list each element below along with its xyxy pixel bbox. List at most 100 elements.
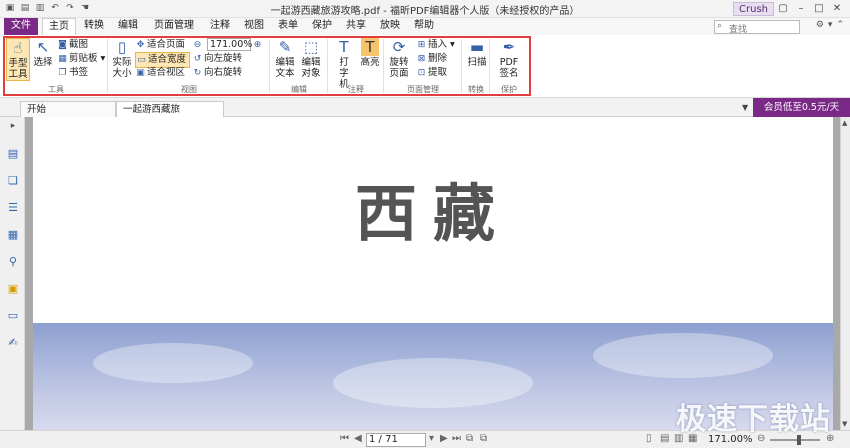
form-fields-icon[interactable]: ▭ — [6, 309, 20, 323]
scan-button[interactable]: ▬ 扫描 — [465, 38, 489, 68]
snapshot-button[interactable]: ◙ 截图 — [57, 38, 88, 52]
group-view-name: 视图 — [181, 85, 197, 94]
bookmark-button[interactable]: ❐ 书签 — [57, 66, 88, 80]
sidebar-toggle-icon[interactable]: ▸ — [6, 119, 20, 133]
lock-icon[interactable]: ▣ — [6, 282, 20, 296]
first-page-icon[interactable]: ⏮ — [340, 433, 349, 444]
collapse-ribbon-icon[interactable]: ⌃ — [836, 20, 844, 30]
comments-icon[interactable]: ☰ — [6, 201, 20, 215]
tab-edit[interactable]: 编辑 — [112, 18, 144, 35]
tab-start[interactable]: 开始 — [20, 101, 116, 117]
page-dropdown-icon[interactable]: ▾ — [429, 433, 434, 444]
comment-list-icon[interactable]: ▦ — [6, 228, 20, 242]
search-placeholder: 查找 — [729, 25, 748, 35]
signature-icon[interactable]: ✍ — [6, 336, 20, 350]
edit-text-button[interactable]: ✎ 编辑文本 — [273, 38, 297, 79]
scroll-up-icon[interactable]: ▲ — [842, 119, 847, 127]
tab-protect[interactable]: 保护 — [306, 18, 338, 35]
chevron-down-icon[interactable]: ▾ — [828, 20, 833, 30]
page-number-input[interactable]: 1 / 71 — [366, 433, 426, 447]
delete-button[interactable]: ⊠ 删除 — [416, 52, 447, 66]
continuous-icon[interactable]: ▤ — [660, 433, 669, 444]
last-page-icon[interactable]: ⏭ — [452, 433, 461, 444]
group-convert: ▬ 扫描 转换 — [462, 35, 490, 97]
edit-text-icon: ✎ — [278, 38, 292, 56]
zoom-slider[interactable] — [770, 439, 820, 441]
vertical-scrollbar[interactable]: ▲ ▼ — [840, 117, 850, 430]
rotate-right-button[interactable]: ↻ 向右旋转 — [192, 66, 242, 80]
tab-comment[interactable]: 注释 — [204, 18, 236, 35]
tab-view[interactable]: 视图 — [238, 18, 270, 35]
page-icon: ▯ — [117, 38, 127, 56]
next-page-icon[interactable]: ▶ — [440, 433, 448, 444]
ribbon-tools: ⚙ ▾ ⌃ — [816, 20, 844, 30]
user-badge[interactable]: Crush — [733, 2, 774, 16]
snapshot-label: 截图 — [69, 39, 89, 50]
highlight-label: 高亮 — [360, 57, 380, 68]
pdf-sign-button[interactable]: ✒ PDF签名 — [495, 38, 523, 79]
tab-page-management[interactable]: 页面管理 — [148, 18, 200, 35]
restore-icon[interactable]: ▢ — [774, 1, 792, 17]
promo-banner[interactable]: 会员低至0.5元/天 — [753, 98, 850, 117]
fit-visible-label: 适合视区 — [147, 67, 186, 78]
bookmark-icon: ❐ — [58, 68, 67, 78]
chevron-down-icon[interactable]: ▼ — [742, 103, 748, 112]
hand-tool-button[interactable]: ☝ 手型工具 — [6, 38, 30, 81]
zoom-in-icon: ⊕ — [253, 40, 262, 50]
hand-tool-label: 手型工具 — [8, 58, 28, 80]
pdf-page: 西藏 — [33, 117, 833, 430]
back-view-icon[interactable]: ⧉ — [466, 433, 473, 444]
tab-form[interactable]: 表单 — [272, 18, 304, 35]
gear-icon[interactable]: ⚙ — [816, 20, 824, 30]
group-view: ▯ 实际大小 ✥ 适合页面 ▭ 适合宽度 ▣ 适合视区 ⊖ 171.00% ⊕ ↺ 向左… — [108, 35, 270, 97]
select-button[interactable]: ↖ 选择 — [32, 38, 54, 68]
close-icon[interactable]: ✕ — [828, 1, 846, 17]
tab-share[interactable]: 共享 — [340, 18, 372, 35]
typewriter-button[interactable]: T 打字机 — [332, 38, 356, 90]
clipboard-button[interactable]: ▦ 剪贴板 ▾ — [57, 52, 105, 66]
scroll-down-icon[interactable]: ▼ — [842, 420, 847, 428]
group-comment-name: 注释 — [348, 85, 364, 94]
edit-object-button[interactable]: ⬚ 编辑对象 — [299, 38, 323, 79]
tab-slideshow[interactable]: 放映 — [374, 18, 406, 35]
rotate-page-button[interactable]: ⟳ 旋转页面 — [387, 38, 411, 79]
maximize-icon[interactable]: □ — [810, 1, 828, 17]
fit-page-icon: ✥ — [136, 40, 145, 50]
previous-page-icon[interactable]: ◀ — [354, 433, 362, 444]
rotate-page-label: 旋转页面 — [389, 57, 409, 79]
hand-icon: ☝ — [13, 39, 23, 57]
single-page-icon[interactable]: ▯ — [646, 433, 652, 444]
fit-page-button[interactable]: ✥ 适合页面 — [135, 38, 185, 52]
document-viewer[interactable]: 西藏 ▲ ▼ — [25, 117, 850, 430]
insert-button[interactable]: ⊞ 插入 ▾ — [416, 38, 455, 52]
highlight-button[interactable]: T 高亮 — [358, 38, 382, 68]
window-controls: ▢ – □ ✕ — [774, 1, 846, 17]
actual-size-button[interactable]: ▯ 实际大小 — [111, 38, 133, 79]
group-protect-name: 保护 — [501, 85, 517, 94]
forward-view-icon[interactable]: ⧉ — [480, 433, 487, 444]
group-edit: ✎ 编辑文本 ⬚ 编辑对象 编辑 — [270, 35, 328, 97]
fit-visible-button[interactable]: ▣ 适合视区 — [135, 66, 185, 80]
tab-file[interactable]: 文件 — [4, 18, 38, 35]
search-box[interactable]: ⌕ 查找 — [714, 20, 800, 35]
rotate-left-button[interactable]: ↺ 向左旋转 — [192, 52, 242, 66]
layers-icon[interactable]: ❏ — [6, 174, 20, 188]
tab-convert[interactable]: 转换 — [78, 18, 110, 35]
actual-size-label: 实际大小 — [112, 57, 132, 79]
minimize-icon[interactable]: – — [792, 1, 810, 17]
attachment-icon[interactable]: ⚲ — [6, 255, 20, 269]
group-tools-name: 工具 — [48, 85, 64, 94]
zoom-input[interactable]: 171.00% — [207, 38, 252, 51]
highlight-icon: T — [361, 38, 379, 56]
tab-home[interactable]: 主页 — [42, 18, 76, 36]
extract-button[interactable]: ⊡ 提取 — [416, 66, 447, 80]
zoom-out-button[interactable]: ⊖ — [192, 38, 204, 52]
tab-help[interactable]: 帮助 — [408, 18, 440, 35]
group-page-management-name: 页面管理 — [407, 85, 439, 94]
tab-document[interactable]: 一起游西藏旅游...✕ — [116, 101, 224, 130]
page-thumbnail-icon[interactable]: ▤ — [6, 147, 20, 161]
extract-icon: ⊡ — [417, 68, 426, 78]
scan-label: 扫描 — [467, 57, 487, 68]
zoom-in-button[interactable]: ⊕ — [252, 38, 264, 52]
extract-label: 提取 — [428, 67, 448, 78]
